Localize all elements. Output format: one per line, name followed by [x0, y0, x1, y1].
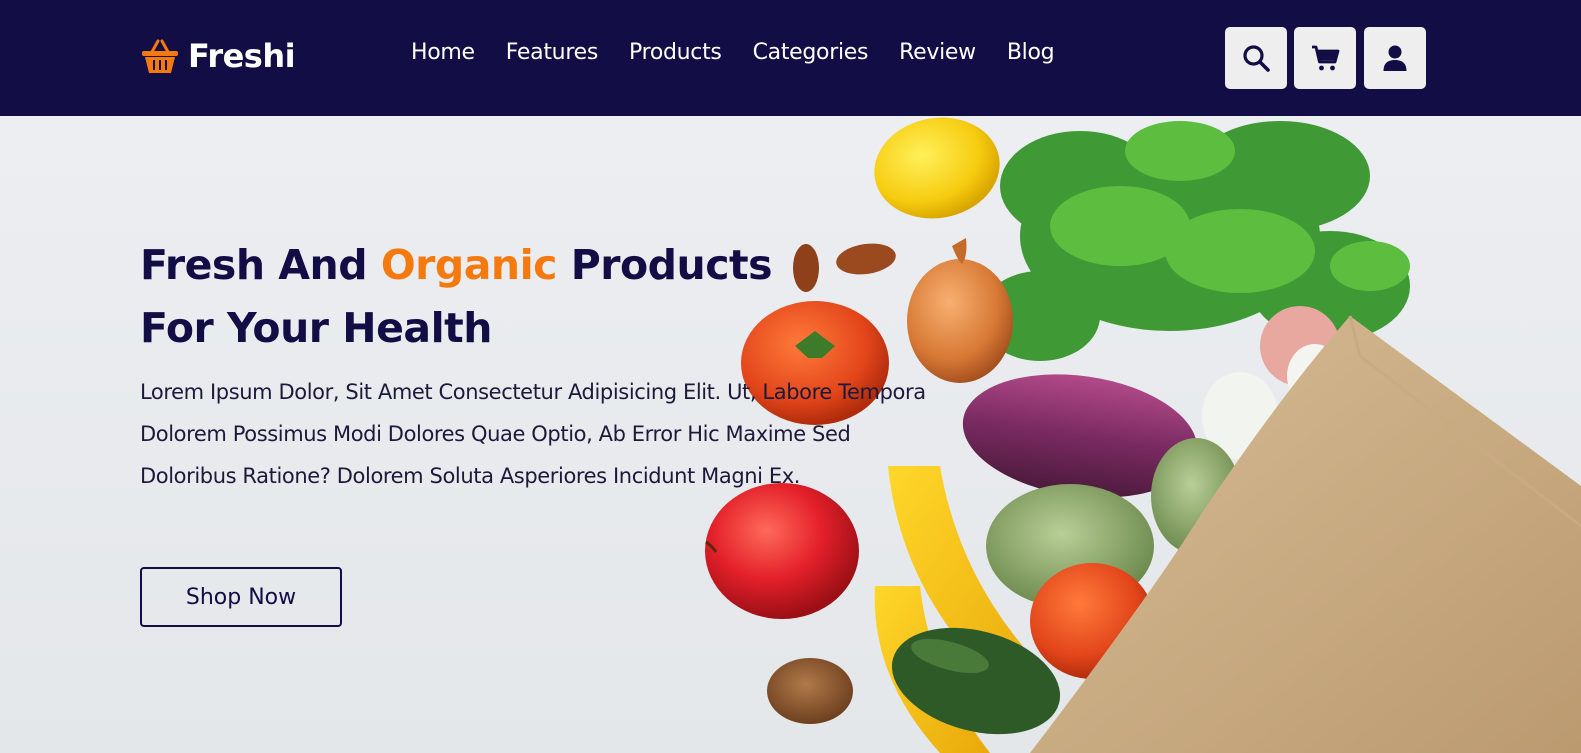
nav-products[interactable]: Products	[629, 40, 722, 65]
nav-categories[interactable]: Categories	[753, 40, 869, 65]
shop-now-button[interactable]: Shop Now	[140, 567, 342, 627]
hero-section: Fresh And Organic Products For Your Heal…	[0, 116, 1581, 753]
nav-home[interactable]: Home	[411, 40, 475, 65]
main-nav: Home Features Products Categories Review…	[411, 40, 1055, 65]
nav-features[interactable]: Features	[506, 40, 599, 65]
search-icon	[1243, 45, 1270, 72]
user-icon	[1383, 45, 1407, 71]
hero-title-part1: Fresh And	[140, 241, 381, 289]
hero-title-accent: Organic	[380, 241, 558, 289]
logo[interactable]: Freshi	[140, 34, 296, 78]
search-button[interactable]	[1225, 27, 1287, 89]
hero-description: Lorem Ipsum Dolor, Sit Amet Consectetur …	[140, 380, 926, 488]
hero-title: Fresh And Organic Products For Your Heal…	[140, 234, 840, 360]
account-button[interactable]	[1364, 27, 1426, 89]
brand-name: Freshi	[188, 37, 296, 75]
cart-button[interactable]	[1294, 27, 1356, 89]
site-header: Freshi Home Features Products Categories…	[0, 0, 1581, 116]
nav-review[interactable]: Review	[899, 40, 976, 65]
nav-blog[interactable]: Blog	[1007, 40, 1055, 65]
cart-icon	[1312, 45, 1340, 71]
basket-icon	[142, 39, 178, 73]
